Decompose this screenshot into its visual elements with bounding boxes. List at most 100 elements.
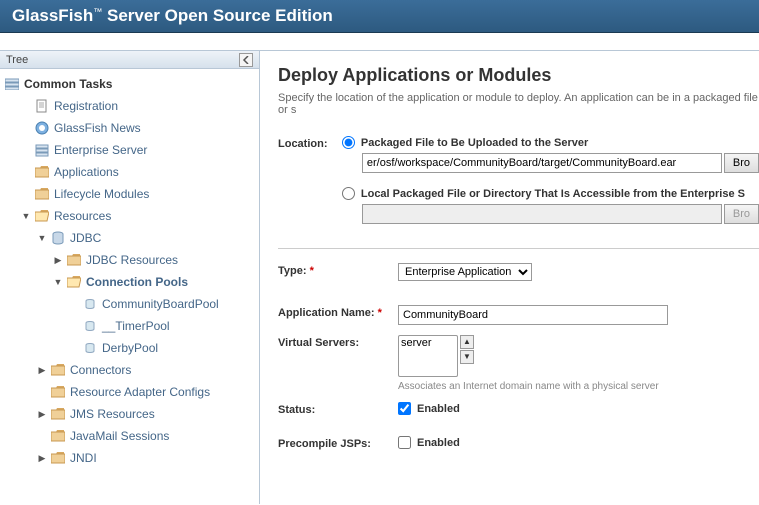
tree-item-label: JavaMail Sessions bbox=[70, 429, 169, 443]
doc-icon bbox=[34, 98, 50, 114]
content-area: Deploy Applications or Modules Specify t… bbox=[260, 51, 759, 504]
tree-item-label: Registration bbox=[54, 99, 118, 113]
toggle-icon[interactable]: ▼ bbox=[36, 232, 48, 244]
toggle-icon[interactable]: ▼ bbox=[52, 276, 64, 288]
tree-item-label: DerbyPool bbox=[102, 341, 158, 355]
server-icon bbox=[4, 76, 20, 92]
app-title-rest: Server Open Source Edition bbox=[102, 6, 333, 25]
precompile-label: Precompile JSPs: bbox=[278, 436, 398, 450]
tree-item-registration[interactable]: Registration bbox=[0, 95, 259, 117]
tree-item-label: JDBC bbox=[70, 231, 101, 245]
tree-item-label: CommunityBoardPool bbox=[102, 297, 219, 311]
server-icon bbox=[34, 142, 50, 158]
precompile-text: Enabled bbox=[417, 437, 460, 449]
folder-open-icon bbox=[34, 208, 50, 224]
status-row: Status: Enabled bbox=[278, 402, 759, 416]
vservers-label: Virtual Servers: bbox=[278, 335, 398, 349]
local-file-row: Bro bbox=[362, 204, 759, 224]
browse-upload-button[interactable]: Bro bbox=[724, 153, 759, 173]
tree-item-jdbc[interactable]: ▼ JDBC bbox=[0, 227, 259, 249]
tree-item-label: Resources bbox=[54, 209, 111, 223]
tree-root-label: Common Tasks bbox=[24, 77, 112, 91]
tree-item-label: Enterprise Server bbox=[54, 143, 147, 157]
sidebar-header: Tree bbox=[0, 51, 259, 69]
tree-item-resource-adapter-configs[interactable]: Resource Adapter Configs bbox=[0, 381, 259, 403]
app-title-brand: GlassFish bbox=[12, 6, 93, 25]
vservers-helper: Associates an Internet domain name with … bbox=[398, 381, 759, 392]
vs-up-button[interactable]: ▲ bbox=[460, 335, 474, 349]
tree-item-label: Lifecycle Modules bbox=[54, 187, 149, 201]
separator bbox=[278, 248, 759, 249]
vs-down-button[interactable]: ▼ bbox=[460, 350, 474, 364]
type-label: Type: * bbox=[278, 263, 398, 277]
tree-item-jms-resources[interactable]: ▶JMS Resources bbox=[0, 403, 259, 425]
tree-item-communityboardpool[interactable]: CommunityBoardPool bbox=[0, 293, 259, 315]
chevron-left-icon bbox=[242, 56, 250, 64]
local-file-input bbox=[362, 204, 722, 224]
upload-option-row: Packaged File to Be Uploaded to the Serv… bbox=[342, 136, 759, 149]
tree-item-derbypool[interactable]: DerbyPool bbox=[0, 337, 259, 359]
vs-option: server bbox=[401, 337, 455, 350]
toggle-icon[interactable]: ▼ bbox=[20, 210, 32, 222]
toggle-icon[interactable]: ▶ bbox=[36, 364, 48, 376]
precompile-row: Precompile JSPs: Enabled bbox=[278, 436, 759, 450]
toggle-icon[interactable]: ▶ bbox=[52, 254, 64, 266]
folder-icon bbox=[50, 362, 66, 378]
vservers-row: Virtual Servers: server ▲ ▼ Associates a… bbox=[278, 335, 759, 392]
appname-row: Application Name: * bbox=[278, 305, 759, 325]
type-row: Type: * Enterprise Application bbox=[278, 263, 759, 281]
tree-item-resources[interactable]: ▼ Resources bbox=[0, 205, 259, 227]
dbitem-icon bbox=[82, 318, 98, 334]
appname-input[interactable] bbox=[398, 305, 668, 325]
main-container: Tree Common Tasks Registration GlassFish … bbox=[0, 51, 759, 504]
virtual-servers-select[interactable]: server bbox=[398, 335, 458, 377]
upload-radio[interactable] bbox=[342, 136, 355, 149]
sidebar-title: Tree bbox=[6, 54, 28, 66]
tree-item-label: Resource Adapter Configs bbox=[70, 385, 210, 399]
status-label: Status: bbox=[278, 402, 398, 416]
news-icon bbox=[34, 120, 50, 136]
header-gap bbox=[0, 33, 759, 51]
tree-item-applications[interactable]: Applications bbox=[0, 161, 259, 183]
tree-item-connection-pools[interactable]: ▼ Connection Pools bbox=[0, 271, 259, 293]
upload-file-input[interactable] bbox=[362, 153, 722, 173]
upload-file-row: Bro bbox=[362, 153, 759, 173]
trademark: ™ bbox=[93, 6, 102, 16]
status-text: Enabled bbox=[417, 403, 460, 415]
folder-icon bbox=[50, 450, 66, 466]
folder-icon bbox=[50, 428, 66, 444]
dbitem-icon bbox=[82, 340, 98, 356]
local-radio-label: Local Packaged File or Directory That Is… bbox=[361, 188, 745, 200]
collapse-sidebar-button[interactable] bbox=[239, 53, 253, 67]
location-label: Location: bbox=[278, 136, 342, 150]
folder-icon bbox=[50, 384, 66, 400]
browse-local-button: Bro bbox=[724, 204, 759, 224]
upload-radio-label: Packaged File to Be Uploaded to the Serv… bbox=[361, 137, 588, 149]
type-select[interactable]: Enterprise Application bbox=[398, 263, 532, 281]
toggle-icon[interactable]: ▶ bbox=[36, 408, 48, 420]
folder-icon bbox=[66, 252, 82, 268]
tree-item-glassfish-news[interactable]: GlassFish News bbox=[0, 117, 259, 139]
tree-item-label: Connectors bbox=[70, 363, 131, 377]
tree-item-enterprise-server[interactable]: Enterprise Server bbox=[0, 139, 259, 161]
toggle-icon[interactable]: ▶ bbox=[36, 452, 48, 464]
tree-item-connectors[interactable]: ▶ Connectors bbox=[0, 359, 259, 381]
tree-item-lifecycle-modules[interactable]: Lifecycle Modules bbox=[0, 183, 259, 205]
sidebar: Tree Common Tasks Registration GlassFish … bbox=[0, 51, 260, 504]
location-row: Location: Packaged File to Be Uploaded t… bbox=[278, 136, 759, 238]
folder-icon bbox=[34, 186, 50, 202]
db-icon bbox=[50, 230, 66, 246]
tree-item--timerpool[interactable]: __TimerPool bbox=[0, 315, 259, 337]
tree-item-label: __TimerPool bbox=[102, 319, 170, 333]
app-header: GlassFish™ Server Open Source Edition bbox=[0, 0, 759, 33]
tree-root[interactable]: Common Tasks bbox=[0, 73, 259, 95]
tree-item-javamail-sessions[interactable]: JavaMail Sessions bbox=[0, 425, 259, 447]
precompile-checkbox[interactable] bbox=[398, 436, 411, 449]
status-checkbox[interactable] bbox=[398, 402, 411, 415]
tree-item-jndi[interactable]: ▶JNDI bbox=[0, 447, 259, 469]
local-radio[interactable] bbox=[342, 187, 355, 200]
appname-label: Application Name: * bbox=[278, 305, 398, 319]
tree-item-jdbc-resources[interactable]: ▶JDBC Resources bbox=[0, 249, 259, 271]
tree: Common Tasks Registration GlassFish News E… bbox=[0, 69, 259, 473]
tree-item-label: Connection Pools bbox=[86, 275, 188, 289]
